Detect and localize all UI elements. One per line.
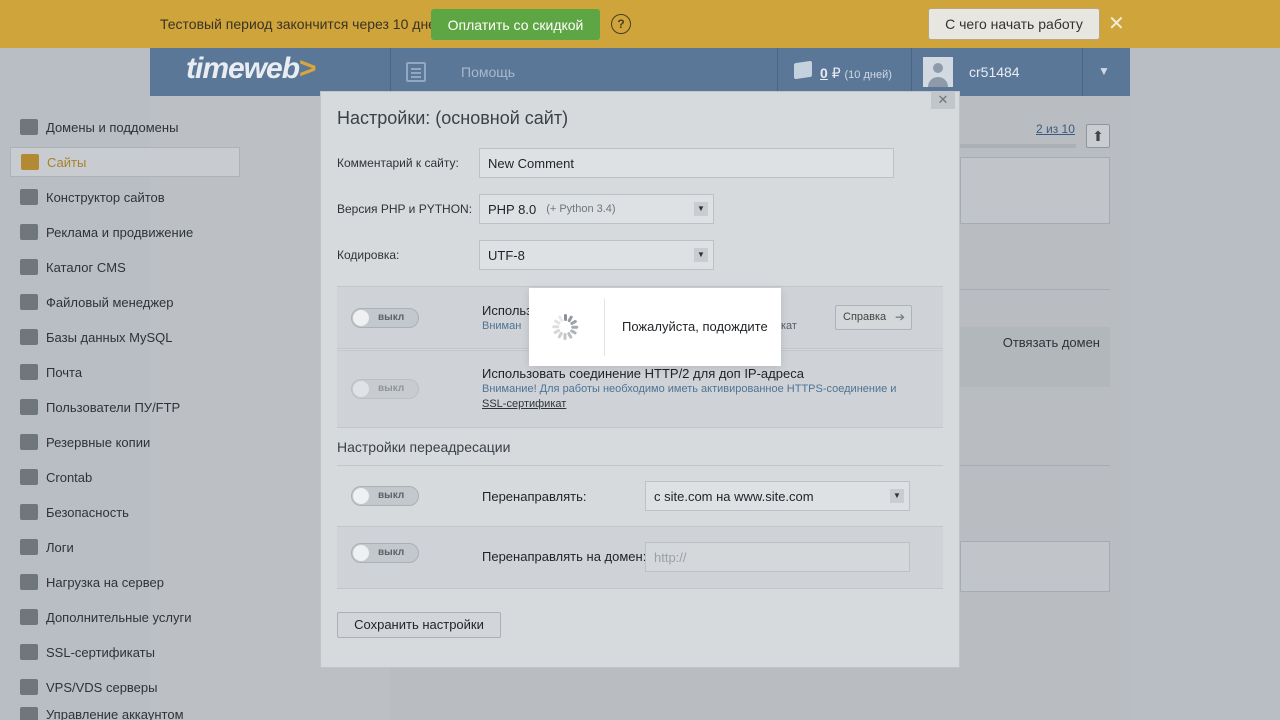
database-icon	[20, 329, 38, 345]
php-label: Версия PHP и PYTHON:	[337, 202, 473, 216]
loading-text: Пожалуйста, подождите	[622, 319, 768, 334]
certificate-icon	[20, 644, 38, 660]
http2-title: Использовать соединение HTTP/2 для доп I…	[482, 366, 804, 381]
save-settings-button[interactable]: Сохранить настройки	[337, 612, 501, 638]
pay-discount-button[interactable]: Оплатить со скидкой	[431, 9, 600, 40]
divider	[337, 465, 943, 466]
badge-icon	[20, 609, 38, 625]
comment-label: Комментарий к сайту:	[337, 156, 459, 170]
info-panel	[960, 541, 1110, 592]
arrow-right-icon: ➔	[894, 310, 905, 324]
redirect-domain-input[interactable]: http://	[645, 542, 910, 572]
sidebar-item-server-load[interactable]: Нагрузка на сервер	[10, 567, 240, 597]
log-icon	[20, 539, 38, 555]
sites-icon	[21, 154, 39, 170]
unbind-domain-row: Отвязать домен	[960, 327, 1110, 387]
shield-icon	[20, 504, 38, 520]
http2-toggle[interactable]: выкл	[351, 379, 419, 399]
option1-warning-tail: кат	[781, 320, 797, 332]
redirect-toggle[interactable]: выкл	[351, 486, 419, 506]
timeweb-logo[interactable]: timeweb>	[186, 52, 317, 86]
sidebar-item-security[interactable]: Безопасность	[10, 497, 240, 527]
divider	[604, 298, 605, 356]
sidebar-item-backups[interactable]: Резервные копии	[10, 427, 240, 457]
http2-warning: Внимание! Для работы необходимо иметь ак…	[482, 383, 897, 395]
chevron-down-icon: ▼	[694, 248, 708, 262]
option1-title: Использ	[482, 303, 533, 318]
option1-warning: Вниман	[482, 320, 522, 332]
header-divider	[777, 48, 778, 96]
server-icon	[20, 679, 38, 695]
comment-input[interactable]: New Comment	[479, 148, 894, 178]
sidebar-item-mysql[interactable]: Базы данных MySQL	[10, 322, 240, 352]
sidebar-item-mail[interactable]: Почта	[10, 357, 240, 387]
sidebar-item-cms[interactable]: Каталог CMS	[10, 252, 240, 282]
username[interactable]: cr51484	[969, 64, 1020, 80]
sidebar-item-vps[interactable]: VPS/VDS серверы	[10, 672, 240, 702]
progress-bar	[960, 144, 1076, 148]
builder-icon	[20, 189, 38, 205]
sidebar-item-crontab[interactable]: Crontab	[10, 462, 240, 492]
briefcase-icon	[20, 259, 38, 275]
sidebar-item-logs[interactable]: Логи	[10, 532, 240, 562]
bars-icon	[20, 574, 38, 590]
account-icon	[20, 707, 38, 720]
php-version-select[interactable]: PHP 8.0 (+ Python 3.4) ▼	[479, 194, 714, 224]
close-icon[interactable]: ✕	[931, 91, 955, 109]
help-button[interactable]: Справка ➔	[835, 305, 912, 330]
wallet-icon	[794, 60, 812, 80]
sidebar-item-ssl[interactable]: SSL-сертификаты	[10, 637, 240, 667]
sitemap-icon	[20, 119, 38, 135]
header-divider	[1082, 48, 1083, 96]
clock-file-icon	[20, 469, 38, 485]
users-icon	[20, 399, 38, 415]
unbind-domain-link[interactable]: Отвязать домен	[1003, 335, 1100, 350]
folder-icon	[20, 294, 38, 310]
docs-icon[interactable]	[406, 62, 426, 82]
sidebar-item-account[interactable]: Управление аккаунтом	[10, 707, 240, 720]
modal-title: Настройки: (основной сайт)	[337, 108, 569, 128]
redirect-label: Перенаправлять:	[482, 489, 587, 504]
close-banner-icon[interactable]: ✕	[1108, 12, 1125, 36]
backup-icon	[20, 434, 38, 450]
sidebar-item-builder[interactable]: Конструктор сайтов	[10, 182, 240, 212]
trial-text: Тестовый период закончится через 10 дней	[160, 16, 444, 32]
spinner-icon	[552, 314, 579, 340]
header-divider	[911, 48, 912, 96]
option1-toggle[interactable]: выкл	[351, 308, 419, 328]
loading-popup: Пожалуйста, подождите	[529, 288, 781, 366]
encoding-label: Кодировка:	[337, 248, 400, 262]
chart-icon	[20, 224, 38, 240]
divider	[960, 465, 1110, 466]
top-header: timeweb> Помощь 0 ₽ (10 дней) cr51484 ▼	[150, 48, 1130, 96]
info-panel	[960, 157, 1110, 224]
sidebar-item-domains[interactable]: Домены и поддомены	[10, 112, 240, 142]
trial-banner: Тестовый период закончится через 10 дней…	[0, 0, 1280, 48]
pager[interactable]: 2 из 10	[1036, 122, 1075, 136]
sidebar-item-sites[interactable]: Сайты	[10, 147, 240, 177]
mailbox-icon	[20, 364, 38, 380]
header-divider	[390, 48, 391, 96]
help-icon[interactable]: ?	[611, 14, 631, 34]
sidebar-item-extra-services[interactable]: Дополнительные услуги	[10, 602, 240, 632]
arrow-up-icon[interactable]: ⬆	[1086, 124, 1110, 148]
balance[interactable]: 0 ₽ (10 дней)	[820, 65, 892, 82]
getting-started-button[interactable]: С чего начать работу	[928, 8, 1100, 40]
avatar[interactable]	[923, 57, 953, 87]
sidebar-item-file-manager[interactable]: Файловый менеджер	[10, 287, 240, 317]
chevron-down-icon: ▼	[890, 489, 904, 503]
redirect-domain-toggle[interactable]: выкл	[351, 543, 419, 563]
chevron-down-icon: ▼	[694, 202, 708, 216]
help-link[interactable]: Помощь	[461, 64, 515, 80]
divider	[960, 289, 1110, 290]
redirect-domain-label: Перенаправлять на домен:	[482, 549, 647, 564]
ssl-certificate-link[interactable]: SSL-сертификат	[482, 398, 566, 410]
sidebar-item-ftp-users[interactable]: Пользователи ПУ/FTP	[10, 392, 240, 422]
chevron-down-icon[interactable]: ▼	[1098, 64, 1110, 78]
redirect-select[interactable]: с site.com на www.site.com ▼	[645, 481, 910, 511]
encoding-select[interactable]: UTF-8 ▼	[479, 240, 714, 270]
sidebar-item-ads[interactable]: Реклама и продвижение	[10, 217, 240, 247]
redirect-section-title: Настройки переадресации	[337, 439, 511, 455]
